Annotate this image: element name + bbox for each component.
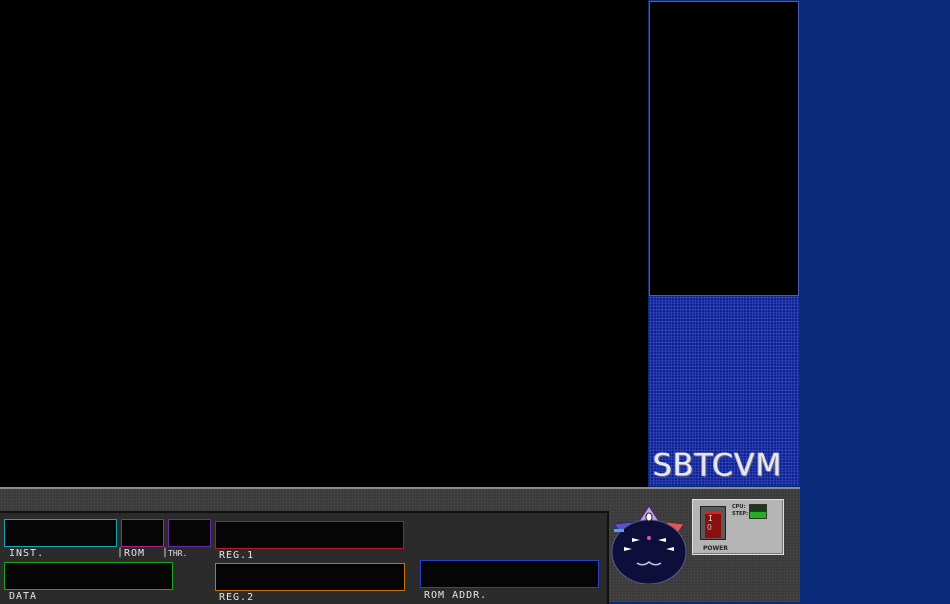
register-area: INST. | ROM | THR. REG.1 DATA REG.2 ROM … bbox=[0, 511, 609, 604]
step-label: STEP: bbox=[732, 511, 749, 517]
power-label: POWER bbox=[703, 545, 728, 552]
rom-label-mark: | bbox=[117, 547, 125, 558]
reg2-register bbox=[215, 563, 405, 591]
rom-register bbox=[121, 519, 164, 547]
data-register bbox=[4, 562, 173, 590]
step-led bbox=[749, 511, 767, 519]
logo-panel: SBTCVM bbox=[649, 296, 799, 486]
rom-label: ROM bbox=[124, 548, 146, 559]
inst-label: INST. bbox=[9, 548, 45, 559]
data-label: DATA bbox=[9, 591, 38, 602]
reg1-label: REG.1 bbox=[219, 550, 255, 561]
switch-on-mark: I bbox=[708, 514, 713, 523]
thr-label: THR. bbox=[168, 549, 188, 558]
power-box: I O CPU: STEP: POWER bbox=[692, 499, 784, 555]
switch-off-mark: O bbox=[707, 523, 712, 532]
cpu-label: CPU: bbox=[732, 504, 746, 510]
side-display bbox=[649, 1, 799, 296]
sbtcvm-logo: SBTCVM bbox=[653, 447, 783, 484]
cat-mascot-icon bbox=[611, 505, 687, 584]
inst-register bbox=[4, 519, 117, 547]
main-display bbox=[0, 0, 648, 487]
power-switch[interactable]: I O bbox=[700, 506, 726, 540]
control-panel: INST. | ROM | THR. REG.1 DATA REG.2 ROM … bbox=[0, 487, 800, 604]
reg2-label: REG.2 bbox=[219, 592, 255, 603]
reg1-register bbox=[215, 521, 404, 549]
rom-addr-register bbox=[420, 560, 599, 588]
thr-register bbox=[168, 519, 211, 547]
